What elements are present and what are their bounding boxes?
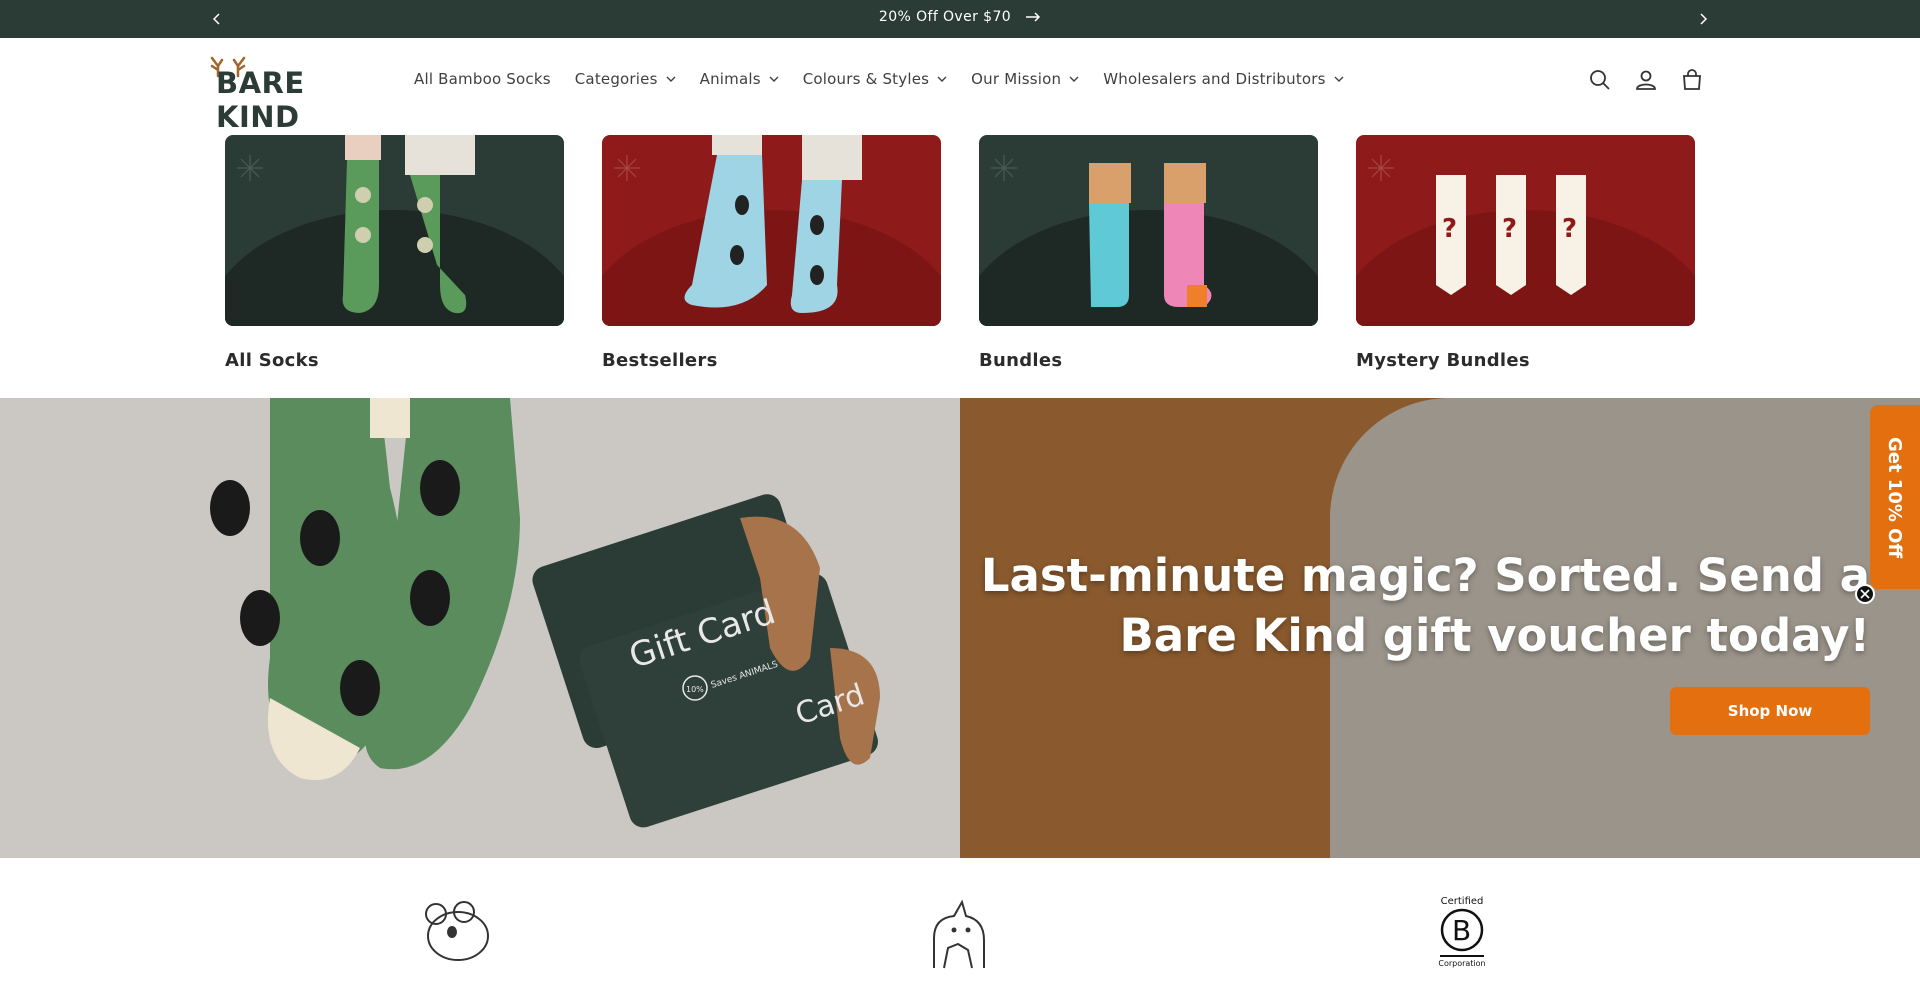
logo[interactable]: BARE KIND bbox=[208, 52, 394, 134]
category-label: Bundles bbox=[979, 350, 1063, 371]
category-image-all-socks bbox=[225, 135, 564, 326]
header-icons bbox=[1588, 68, 1704, 92]
badge-pct: 10% bbox=[686, 685, 704, 694]
discount-tab-label: Get 10% Off bbox=[1884, 436, 1906, 558]
chevron-right-icon bbox=[1700, 13, 1708, 25]
announcement-message: 20% Off Over $70 bbox=[0, 9, 1920, 25]
chevron-down-icon bbox=[666, 76, 676, 82]
nav-all-bamboo-socks[interactable]: All Bamboo Socks bbox=[414, 70, 551, 88]
site-header: BARE KIND All Bamboo Socks Categories An… bbox=[0, 38, 1920, 134]
category-grid: All Socks Bestsellers Bundles ? ? ? Myst… bbox=[225, 135, 1695, 375]
svg-text:?: ? bbox=[1442, 214, 1457, 244]
nav-label: Wholesalers and Distributors bbox=[1103, 70, 1326, 88]
nav-label: Categories bbox=[574, 70, 658, 88]
announcement-link[interactable]: 20% Off Over $70 bbox=[879, 9, 1041, 25]
category-image-mystery-bundles: ??? bbox=[1356, 135, 1695, 326]
svg-text:?: ? bbox=[1562, 214, 1577, 244]
category-image-bundles bbox=[979, 135, 1318, 326]
nav-label: Colours & Styles bbox=[802, 70, 930, 88]
chevron-down-icon bbox=[937, 76, 947, 82]
announcement-bar: 20% Off Over $70 bbox=[0, 0, 1920, 38]
bcorp-corporation-text: Corporation bbox=[1438, 959, 1486, 968]
cart-icon[interactable] bbox=[1680, 68, 1704, 92]
svg-text:?: ? bbox=[1502, 214, 1517, 244]
feature-icons-row: Certified B Corporation bbox=[0, 858, 1920, 993]
search-icon[interactable] bbox=[1588, 68, 1612, 92]
hero-illustration: Gift Card Card 10% Saves ANIMALS bbox=[210, 398, 880, 828]
get-discount-tab[interactable]: Get 10% Off bbox=[1870, 405, 1920, 589]
chevron-down-icon bbox=[1069, 76, 1079, 82]
hero-heading: Last-minute magic? Sorted. Send a Bare K… bbox=[980, 549, 1870, 662]
category-card-all-socks[interactable]: All Socks bbox=[225, 135, 564, 371]
category-label: Bestsellers bbox=[602, 350, 718, 371]
category-card-bundles[interactable]: Bundles bbox=[979, 135, 1318, 371]
b-corp-logo: B bbox=[1440, 908, 1484, 952]
koala-icon bbox=[425, 901, 489, 961]
socks-illustration bbox=[342, 135, 475, 314]
svg-text:B: B bbox=[1452, 914, 1471, 947]
chevron-down-icon bbox=[769, 76, 779, 82]
hero-banner: Gift Card Card 10% Saves ANIMALS Last-mi… bbox=[0, 398, 1920, 858]
mystery-socks-illustration: ??? bbox=[1436, 175, 1586, 295]
nav-label: Animals bbox=[699, 70, 761, 88]
socks-illustration bbox=[684, 135, 862, 313]
nav-label: Our Mission bbox=[971, 70, 1062, 88]
chevron-down-icon bbox=[1334, 76, 1344, 82]
category-label: Mystery Bundles bbox=[1356, 350, 1530, 371]
nav-label: All Bamboo Socks bbox=[414, 70, 551, 88]
category-card-bestsellers[interactable]: Bestsellers bbox=[602, 135, 941, 371]
announcement-next-button[interactable] bbox=[1692, 8, 1714, 30]
category-label: All Socks bbox=[225, 350, 319, 371]
nav-animals[interactable]: Animals bbox=[700, 70, 779, 88]
discount-tab-close-button[interactable] bbox=[1855, 584, 1875, 604]
category-card-mystery-bundles[interactable]: ??? Mystery Bundles bbox=[1356, 135, 1695, 371]
announcement-text: 20% Off Over $70 bbox=[878, 9, 1012, 25]
animals-group-icon bbox=[933, 899, 985, 969]
nav-wholesalers[interactable]: Wholesalers and Distributors bbox=[1103, 70, 1344, 88]
nav-categories[interactable]: Categories bbox=[575, 70, 676, 88]
category-image-bestsellers bbox=[602, 135, 941, 326]
arrow-right-icon bbox=[1026, 12, 1041, 22]
shop-now-button[interactable]: Shop Now bbox=[1670, 687, 1870, 735]
b-corp-icon: Certified B Corporation bbox=[1434, 896, 1490, 968]
nav-colours-styles[interactable]: Colours & Styles bbox=[803, 70, 947, 88]
account-icon[interactable] bbox=[1634, 68, 1658, 92]
nav-our-mission[interactable]: Our Mission bbox=[971, 70, 1079, 88]
socks-illustration bbox=[1089, 163, 1212, 307]
close-icon bbox=[1860, 589, 1870, 599]
main-nav: All Bamboo Socks Categories Animals Colo… bbox=[414, 70, 1368, 88]
logo-text: BARE KIND bbox=[216, 66, 305, 134]
bcorp-certified-text: Certified bbox=[1440, 896, 1484, 907]
